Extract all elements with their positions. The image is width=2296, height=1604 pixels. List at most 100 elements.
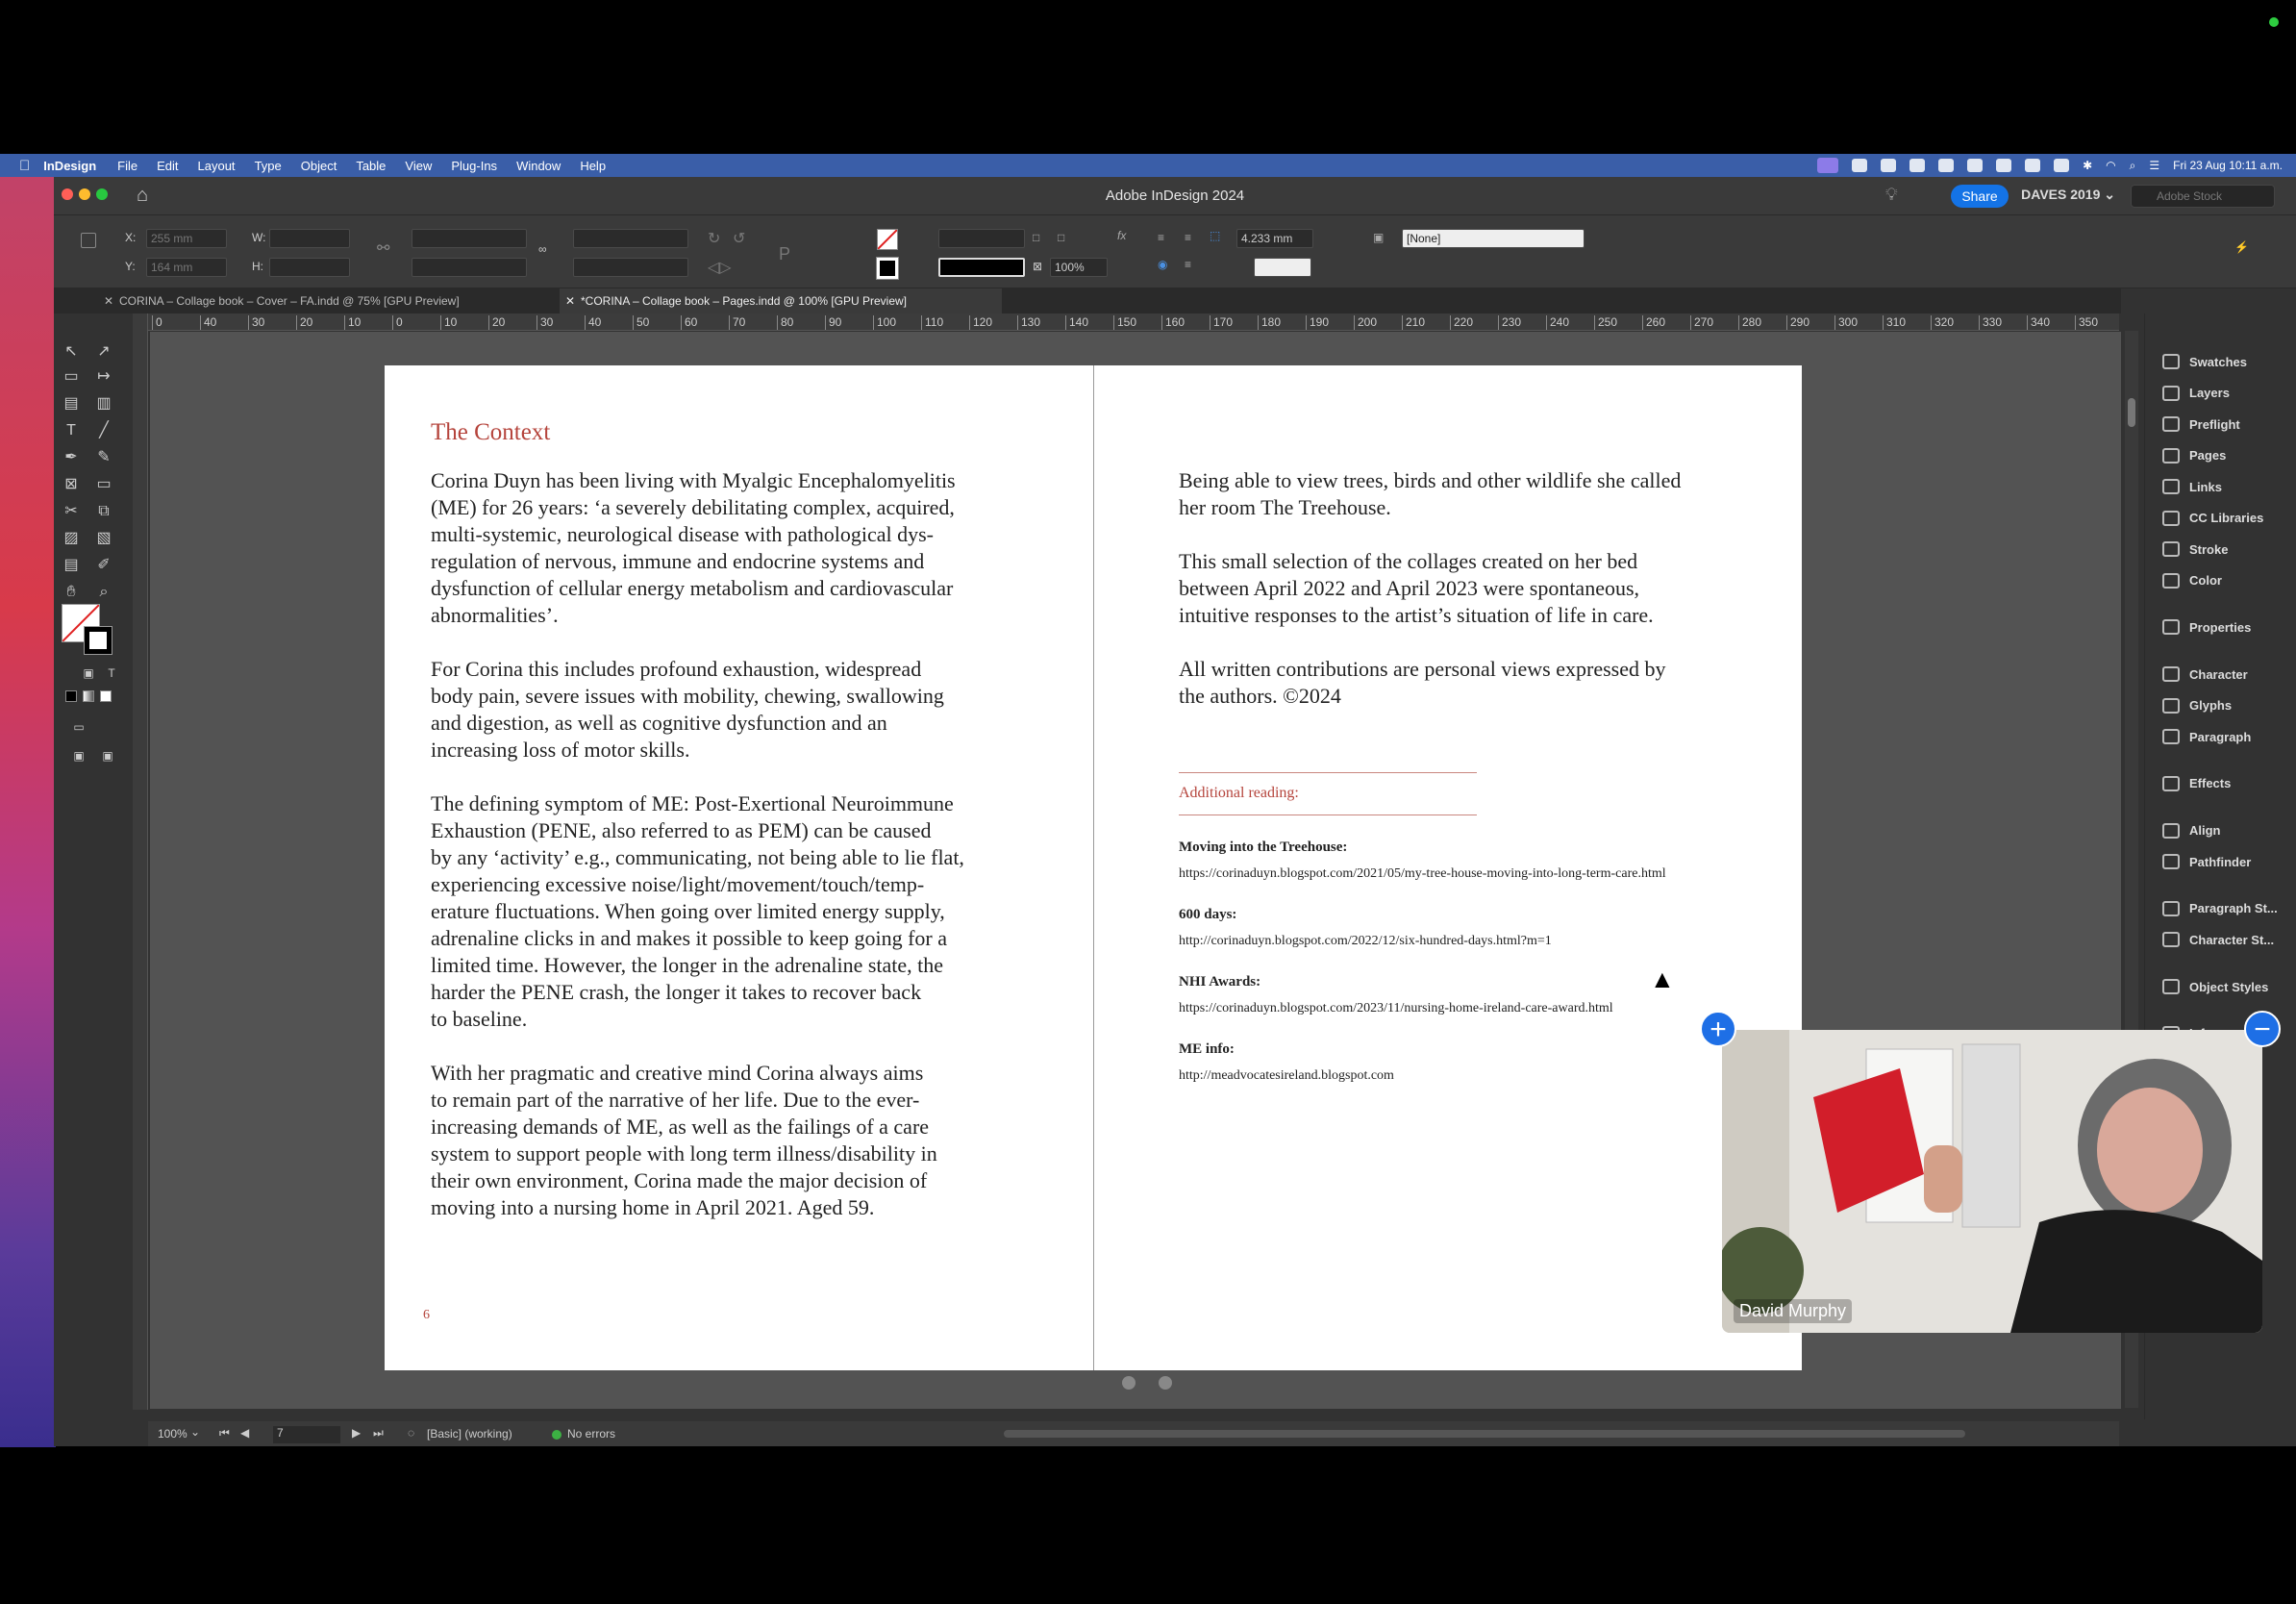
panel-item[interactable]: Pathfinder [2162,850,2251,873]
fill-swatch[interactable] [877,229,898,250]
menu-window[interactable]: Window [516,159,561,173]
rectangle-frame-tool-icon[interactable]: ⊠ [62,475,81,494]
preflight-errors[interactable]: No errors [567,1427,615,1441]
type-tool-icon[interactable]: T [62,421,81,440]
menu-view[interactable]: View [405,159,432,173]
menu-file[interactable]: File [117,159,137,173]
align-left-icon[interactable]: ≡ [1158,231,1164,244]
distribute-icon[interactable]: ≡ [1185,258,1191,271]
preview-mode-icon[interactable]: ▣ [98,746,117,765]
paragraph-2[interactable]: This small selection of the collages cre… [1179,548,1775,629]
stroke-swatch[interactable] [876,257,899,280]
tab-pages-doc[interactable]: ✕ *CORINA – Collage book – Pages.indd @ … [560,288,1002,313]
y-field[interactable]: 164 mm [146,258,227,277]
menu-table[interactable]: Table [356,159,386,173]
w-field[interactable] [269,229,350,248]
tray-icon[interactable] [1909,159,1926,172]
menu-plugins[interactable]: Plug-Ins [451,159,497,173]
h-field[interactable] [269,258,350,277]
stroke-weight-value[interactable]: 4.233 mm [1236,229,1313,248]
menu-help[interactable]: Help [580,159,606,173]
pen-tool-icon[interactable]: ✒ [62,448,81,467]
quick-actions-icon[interactable]: ⚡ [2234,240,2249,254]
tray-icon[interactable] [2025,159,2041,172]
menu-edit[interactable]: Edit [157,159,178,173]
direct-selection-tool-icon[interactable]: ↗ [94,342,113,362]
text-wrap-icon[interactable]: □ [1033,231,1039,244]
zoom-level[interactable]: 100% [158,1427,187,1441]
panel-item[interactable]: Glyphs [2162,694,2232,717]
panel-item[interactable]: Stroke [2162,538,2228,561]
page-right[interactable]: Being able to view trees, birds and othe… [1093,365,1802,1370]
page-left[interactable]: The Context Corina Duyn has been living … [385,365,1093,1370]
horizontal-scrollbar[interactable] [1004,1430,1965,1438]
panel-item[interactable]: Paragraph St... [2162,897,2278,920]
close-tab-icon[interactable]: ✕ [565,288,575,313]
panel-item[interactable]: Layers [2162,382,2230,405]
text-formatting-icon[interactable]: T [102,664,121,683]
align-center-icon[interactable]: ≡ [1185,231,1191,244]
menu-object[interactable]: Object [301,159,337,173]
tray-icon[interactable] [1881,159,1897,172]
apple-icon[interactable]:  [19,158,30,174]
tray-icon[interactable] [2054,159,2070,172]
normal-mode-icon[interactable]: ▣ [69,746,88,765]
reference-point-icon[interactable] [81,233,96,248]
ref-url[interactable]: https://corinaduyn.blogspot.com/2023/11/… [1179,1001,1613,1016]
paragraph-3[interactable]: The defining symptom of ME: Post-Exertio… [431,790,1085,1033]
select-container-icon[interactable]: ◉ [1158,258,1167,271]
screen-share-icon[interactable] [1817,158,1839,173]
pencil-tool-icon[interactable]: ✎ [94,448,113,467]
apply-color-icon[interactable] [65,690,77,702]
apply-gradient-icon[interactable] [83,690,94,702]
effects-icon[interactable]: fx [1117,229,1126,242]
x-field[interactable]: 255 mm [146,229,227,248]
screen-mode-icon[interactable]: ▭ [69,717,88,737]
tray-icon[interactable] [1938,159,1955,172]
scale-x-field[interactable] [412,229,527,248]
panel-item[interactable]: Paragraph [2162,725,2251,748]
opacity-field[interactable]: 100% [1050,258,1108,277]
paragraph-1[interactable]: Being able to view trees, birds and othe… [1179,467,1775,521]
gap-tool-icon[interactable]: ↦ [94,367,113,387]
panel-item[interactable]: Align [2162,819,2221,842]
video-tile[interactable]: David Murphy [1722,1030,2262,1333]
panel-item[interactable]: Pages [2162,444,2226,467]
panel-item[interactable]: Color [2162,569,2222,592]
stroke-color-box[interactable] [84,626,112,655]
menu-layout[interactable]: Layout [198,159,236,173]
rotate-counterclockwise-icon[interactable]: ↺ [733,229,745,248]
menubar-clock[interactable]: Fri 23 Aug 10:11 a.m. [2173,159,2283,172]
reference-p-icon[interactable]: P [779,244,790,264]
next-page-icon[interactable]: ▶ [352,1426,361,1440]
stroke-weight-field[interactable] [938,229,1025,248]
line-tool-icon[interactable]: ╱ [94,421,113,440]
frame-formatting-icon[interactable]: ▣ [79,664,98,683]
selection-tool-icon[interactable]: ↖ [62,342,81,362]
search-icon[interactable]: ⌕ [2130,159,2136,173]
content-placer-icon[interactable]: ▥ [94,394,113,414]
paragraph-3[interactable]: All written contributions are personal v… [1179,656,1775,710]
apply-none-icon[interactable] [100,690,112,702]
panel-item[interactable]: Object Styles [2162,975,2268,998]
first-page-icon[interactable]: ⏮ [219,1426,230,1441]
preflight-profile[interactable]: [Basic] (working) [427,1427,512,1441]
panel-item[interactable]: Character [2162,663,2248,686]
frame-fitting-icon[interactable]: □ [1058,231,1064,244]
panel-item[interactable]: Properties [2162,615,2251,639]
content-collector-icon[interactable]: ▤ [62,394,81,414]
scissors-tool-icon[interactable]: ✂ [62,502,81,521]
auto-fit-icon[interactable]: ⬚ [1210,229,1220,242]
ref-url[interactable]: http://corinaduyn.blogspot.com/2022/12/s… [1179,934,1552,949]
link-icon[interactable]: ∞ [538,242,547,256]
object-style-icon[interactable]: ▣ [1373,231,1384,244]
control-center-icon[interactable]: ☰ [2149,159,2159,172]
constrain-proportions-icon[interactable]: ⚯ [377,238,389,258]
tray-icon[interactable] [1996,159,2012,172]
menu-app-name[interactable]: InDesign [43,159,96,173]
ref-url[interactable]: http://meadvocatesireland.blogspot.com [1179,1068,1394,1084]
panel-item[interactable]: Preflight [2162,413,2240,436]
bluetooth-icon[interactable]: ✱ [2083,159,2092,172]
flip-horizontal-icon[interactable]: ◁▷ [708,258,732,277]
lightbulb-icon[interactable]: 💡︎ [1885,185,1898,205]
